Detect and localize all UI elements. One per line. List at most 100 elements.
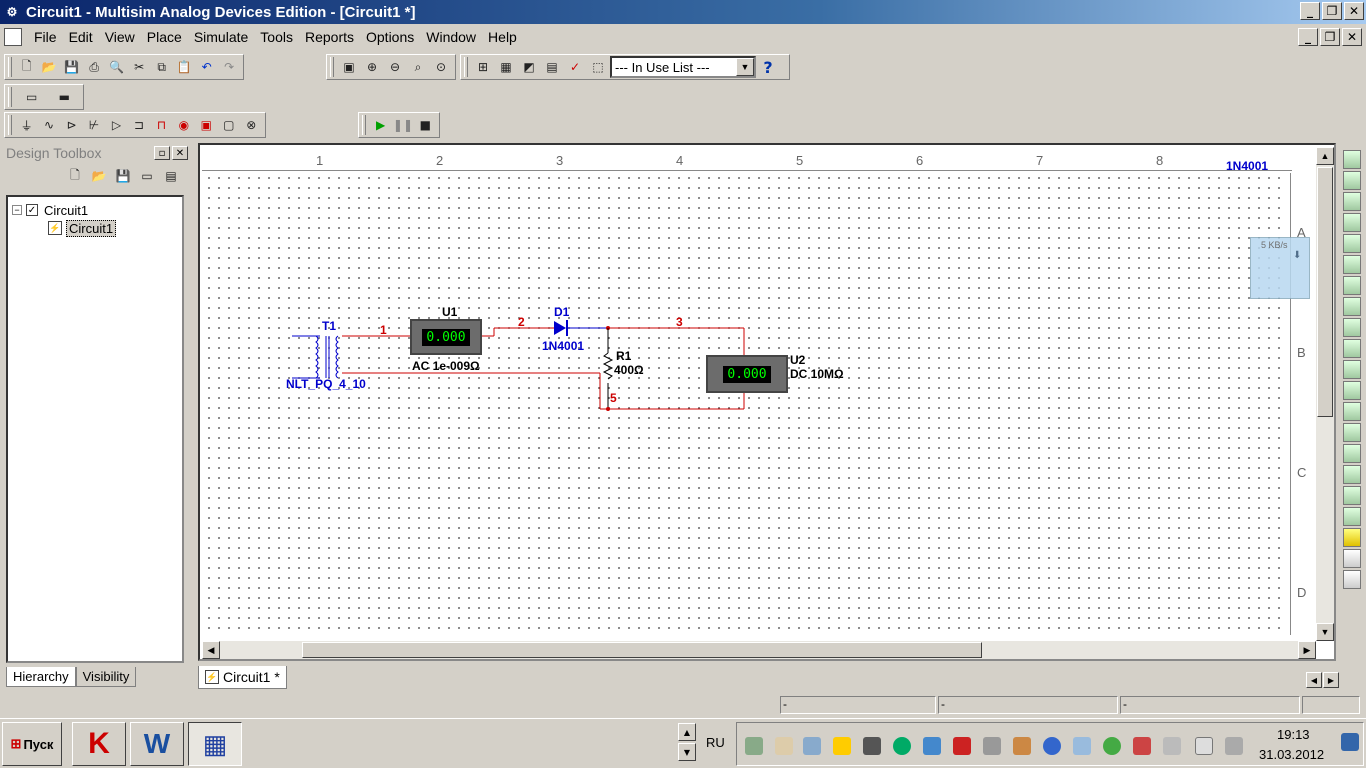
clock-date[interactable]: 31.03.2012 (1259, 747, 1324, 762)
menu-window[interactable]: Window (420, 27, 482, 47)
open-sheet-icon[interactable]: 📂 (88, 165, 110, 187)
copy-icon[interactable]: ⧉ (151, 56, 173, 78)
indicator-icon[interactable]: ◉ (173, 114, 194, 136)
zoom-out-icon[interactable]: ⊖ (384, 56, 406, 78)
menu-reports[interactable]: Reports (299, 27, 360, 47)
checkbox-icon[interactable]: ✓ (26, 204, 38, 216)
bode-plotter-icon[interactable] (1343, 255, 1361, 274)
zoom-in-icon[interactable]: ⊕ (361, 56, 383, 78)
run-icon[interactable]: ▶ (370, 114, 391, 136)
erc-icon[interactable]: ✓ (564, 56, 586, 78)
multimeter-instrument-icon[interactable] (1343, 150, 1361, 169)
tab-circuit1[interactable]: ⚡ Circuit1 * (198, 666, 287, 689)
tray-app-icon-3[interactable] (803, 737, 821, 755)
tab-scroll-right-icon[interactable]: ▶ (1323, 672, 1339, 688)
u2-multimeter[interactable]: 0.000 (706, 355, 788, 393)
menu-simulate[interactable]: Simulate (188, 27, 254, 47)
clock-time[interactable]: 19:13 (1277, 727, 1310, 742)
ttl-icon[interactable]: ⊐ (128, 114, 149, 136)
tray-app-icon-13[interactable] (1103, 737, 1121, 755)
agilent-generator-icon[interactable] (1343, 444, 1361, 463)
help-icon[interactable]: ? (757, 56, 779, 78)
misc-icon[interactable]: ▢ (218, 114, 239, 136)
four-channel-scope-icon[interactable] (1343, 234, 1361, 253)
schematic-canvas[interactable]: T1 NLT_PQ_4_10 1 U1 0.000 AC 1e-009Ω 2 D… (204, 173, 1286, 635)
taskbar-down-icon[interactable]: ▼ (678, 743, 696, 761)
tray-network-icon[interactable] (923, 737, 941, 755)
tray-app-icon-14[interactable] (1133, 737, 1151, 755)
menu-view[interactable]: View (99, 27, 141, 47)
tree-child[interactable]: ⚡ Circuit1 (12, 219, 178, 237)
collapse-icon[interactable]: − (12, 205, 22, 215)
zoom-area-icon[interactable]: ⌕ (407, 56, 429, 78)
wattmeter-icon[interactable] (1343, 192, 1361, 211)
mdi-minimize-button[interactable]: _ (1298, 28, 1318, 46)
tray-flag-icon[interactable] (775, 737, 793, 755)
close-sheet-icon[interactable]: ▭ (136, 165, 158, 187)
multisim-task[interactable]: ▦ (188, 722, 242, 766)
menu-options[interactable]: Options (360, 27, 420, 47)
multisim-app-icon[interactable]: ⚙ (4, 4, 20, 20)
tray-windows-icon[interactable] (983, 737, 1001, 755)
menu-file[interactable]: File (28, 27, 63, 47)
minimize-button[interactable]: _ (1300, 2, 1320, 20)
kaspersky-task[interactable]: K (72, 722, 126, 766)
chevron-down-icon[interactable]: ▼ (736, 58, 754, 76)
undo-icon[interactable]: ↶ (196, 56, 218, 78)
source-icon[interactable]: ⏚ (16, 114, 37, 136)
tray-warning-icon[interactable] (833, 737, 851, 755)
function-generator-icon[interactable] (1343, 171, 1361, 190)
current-probe-icon[interactable] (1343, 570, 1361, 589)
close-button[interactable]: ✕ (1344, 2, 1364, 20)
tray-green-icon[interactable] (893, 737, 911, 755)
word-task[interactable]: W (130, 722, 184, 766)
new-file-icon[interactable]: 🗋 (16, 56, 38, 78)
vertical-scrollbar[interactable]: ▲ ▼ (1316, 147, 1334, 641)
toolbox-close-button[interactable]: ✕ (172, 146, 188, 160)
tab-scroll-left-icon[interactable]: ◀ (1306, 672, 1322, 688)
speaker-icon[interactable] (1163, 737, 1181, 755)
power-icon[interactable]: ▣ (196, 114, 217, 136)
menu-tools[interactable]: Tools (254, 27, 299, 47)
connector-icon[interactable]: ⊗ (241, 114, 262, 136)
menu-edit[interactable]: Edit (63, 27, 99, 47)
agilent-scope-icon[interactable] (1343, 486, 1361, 505)
show-desktop-icon[interactable] (1341, 733, 1359, 751)
tray-app-icon-1[interactable] (745, 737, 763, 755)
postprocessor-icon[interactable]: ▤ (541, 56, 563, 78)
oscilloscope-icon[interactable] (1343, 213, 1361, 232)
stop-icon[interactable]: ■ (415, 114, 436, 136)
redo-icon[interactable]: ↷ (218, 56, 240, 78)
transistor-icon[interactable]: ⊬ (83, 114, 104, 136)
labview-instrument-icon[interactable] (1343, 528, 1361, 547)
network-analyzer-icon[interactable] (1343, 423, 1361, 442)
toolbox-dock-button[interactable]: ▫ (154, 146, 170, 160)
scroll-up-icon[interactable]: ▲ (1316, 147, 1334, 165)
fullscreen-icon[interactable]: ▣ (338, 56, 360, 78)
diode-icon[interactable]: ⊳ (61, 114, 82, 136)
battery-icon[interactable] (1195, 737, 1213, 755)
mdi-restore-button[interactable]: ❐ (1320, 28, 1340, 46)
distortion-analyzer-icon[interactable] (1343, 381, 1361, 400)
network-rate-widget[interactable]: 5 KB/s ⬇ (1250, 237, 1310, 299)
word-generator-icon[interactable] (1343, 297, 1361, 316)
pause-icon[interactable]: ❚❚ (392, 114, 413, 136)
logic-analyzer-icon[interactable] (1343, 318, 1361, 337)
tektronix-scope-icon[interactable] (1343, 507, 1361, 526)
scroll-left-icon[interactable]: ◀ (202, 641, 220, 659)
tray-app-icon-10[interactable] (1013, 737, 1031, 755)
new-sheet-icon[interactable]: 🗋 (64, 165, 86, 187)
tray-app-icon-12[interactable] (1073, 737, 1091, 755)
iv-analyzer-icon[interactable] (1343, 360, 1361, 379)
save-sheet-icon[interactable]: 💾 (112, 165, 134, 187)
agilent-multimeter-icon[interactable] (1343, 465, 1361, 484)
language-indicator[interactable]: RU (706, 735, 725, 750)
frequency-counter-icon[interactable] (1343, 276, 1361, 295)
misc-digital-icon[interactable]: ⊓ (151, 114, 172, 136)
vertical-scroll-thumb[interactable] (1317, 167, 1333, 417)
select-area-icon[interactable]: ⬚ (587, 56, 609, 78)
grapher-icon[interactable]: ◩ (518, 56, 540, 78)
zoom-fit-icon[interactable]: ⊙ (430, 56, 452, 78)
horizontal-scroll-thumb[interactable] (302, 642, 982, 658)
scroll-down-icon[interactable]: ▼ (1316, 623, 1334, 641)
